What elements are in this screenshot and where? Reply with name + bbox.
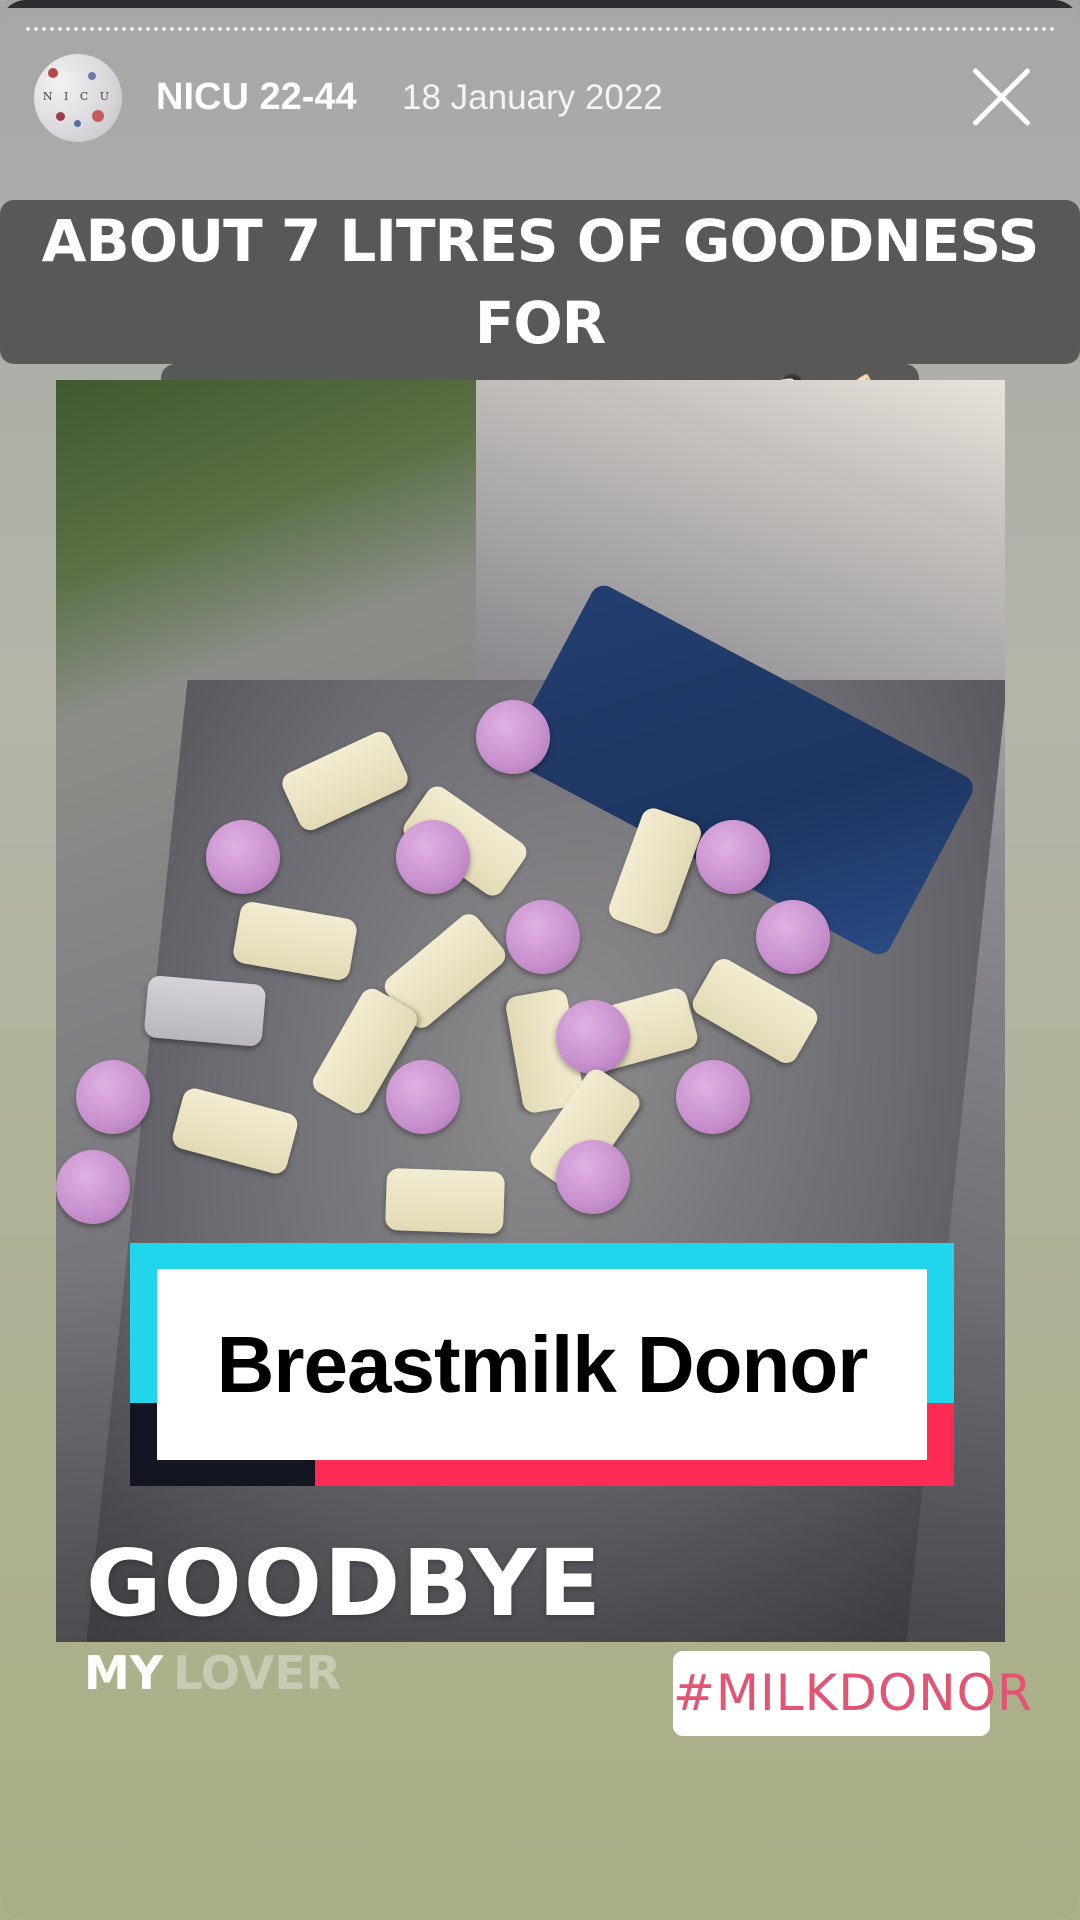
avatar-text: N I C U — [42, 90, 114, 103]
caption-line-1: ABOUT 7 LITRES OF GOODNESS FOR — [0, 200, 1080, 364]
top-edge — [0, 0, 1080, 8]
avatar-dot — [88, 72, 96, 80]
title-card: Breastmilk Donor — [130, 1243, 954, 1486]
avatar-dot — [74, 120, 81, 127]
avatar[interactable]: N I C U — [34, 54, 122, 142]
hashtag-sticker[interactable]: #MILKDONOR — [673, 1651, 1032, 1736]
avatar-dot — [92, 110, 104, 122]
story-viewer: N I C U NICU 22-44 18 January 2022 ABOUT… — [0, 0, 1080, 1920]
story-header: N I C U NICU 22-44 18 January 2022 — [34, 52, 1046, 148]
my-lover-text: MY LOVER — [84, 1646, 341, 1700]
title-card-panel: Breastmilk Donor — [157, 1269, 927, 1460]
post-date: 18 January 2022 — [402, 78, 663, 117]
my-word: MY — [84, 1646, 164, 1700]
avatar-dot — [56, 112, 65, 121]
close-icon[interactable] — [966, 62, 1036, 132]
title-text: Breastmilk Donor — [216, 1319, 869, 1409]
story-progress-bar — [24, 27, 1056, 31]
lover-word: LOVER — [173, 1646, 342, 1700]
avatar-dot — [48, 68, 58, 78]
username[interactable]: NICU 22-44 — [156, 76, 357, 119]
goodbye-text: GOODBYE — [86, 1530, 603, 1637]
